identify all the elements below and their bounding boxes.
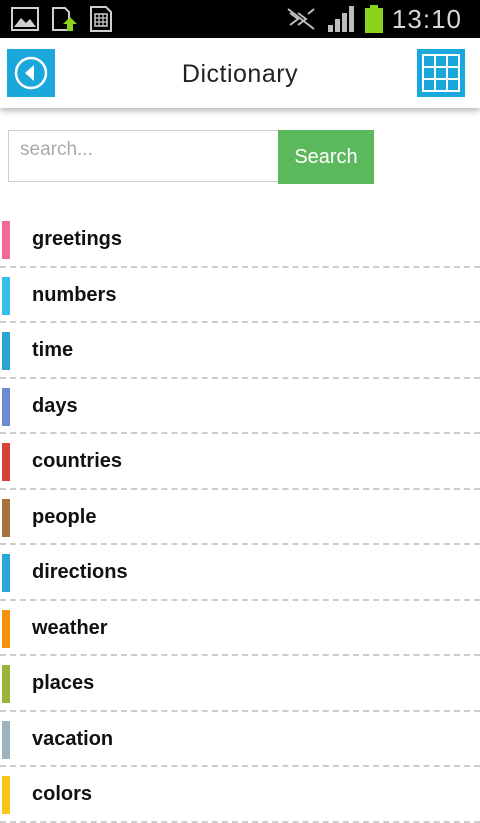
search-input[interactable] (8, 130, 278, 182)
category-label: vacation (32, 727, 114, 750)
category-item-time[interactable]: time (0, 323, 480, 379)
category-label: countries (32, 450, 123, 472)
category-item-directions[interactable]: directions (0, 545, 480, 601)
page-title: Dictionary (181, 60, 299, 88)
category-item-days[interactable]: days (0, 379, 480, 434)
category-item-people[interactable]: people (0, 490, 480, 545)
category-color-bar (2, 276, 10, 315)
grid-icon (422, 54, 460, 92)
category-label: greetings (32, 228, 123, 250)
category-item-colors[interactable]: colors (0, 767, 480, 823)
category-color-bar (2, 498, 10, 537)
status-bar-notifications (10, 5, 114, 33)
gallery-icon (11, 7, 39, 31)
category-label: numbers (32, 283, 117, 306)
category-list: greetings numbers time days countries people d… (0, 212, 480, 823)
back-button[interactable] (7, 49, 55, 97)
category-color-bar (2, 776, 10, 814)
category-item-vacation[interactable]: vacation (0, 712, 480, 767)
signal-icon (327, 6, 354, 32)
status-time: 13:10 (391, 4, 462, 34)
category-item-places[interactable]: places (0, 656, 480, 712)
category-item-numbers[interactable]: numbers (0, 268, 480, 323)
status-bar-system: 13:10 (284, 3, 462, 35)
search-button[interactable]: Search (278, 130, 374, 184)
upload-icon (52, 7, 77, 31)
battery-icon (364, 5, 383, 33)
category-item-countries[interactable]: countries (0, 434, 480, 490)
status-bar: 13:10 (0, 0, 480, 38)
category-color-bar (2, 332, 10, 370)
category-color-bar (2, 554, 10, 592)
search-bar: Search (8, 130, 374, 184)
category-item-greetings[interactable]: greetings (0, 212, 480, 268)
category-label: colors (32, 783, 93, 805)
grid-menu-button[interactable] (417, 49, 465, 97)
muted-icon (287, 8, 315, 30)
category-color-bar (2, 720, 10, 759)
category-color-bar (2, 387, 10, 426)
category-color-bar (2, 665, 10, 703)
category-label: weather (32, 616, 108, 639)
category-color-bar (2, 443, 10, 481)
app-header: Dictionary (0, 38, 480, 108)
sd-card-icon (90, 6, 112, 32)
category-label: days (32, 394, 78, 417)
category-color-bar (2, 221, 10, 259)
category-label: people (32, 505, 97, 528)
category-item-weather[interactable]: weather (0, 601, 480, 656)
category-label: directions (32, 561, 128, 583)
category-label: places (32, 672, 95, 694)
category-label: time (32, 339, 74, 361)
back-arrow-icon (14, 56, 48, 90)
category-color-bar (2, 609, 10, 648)
